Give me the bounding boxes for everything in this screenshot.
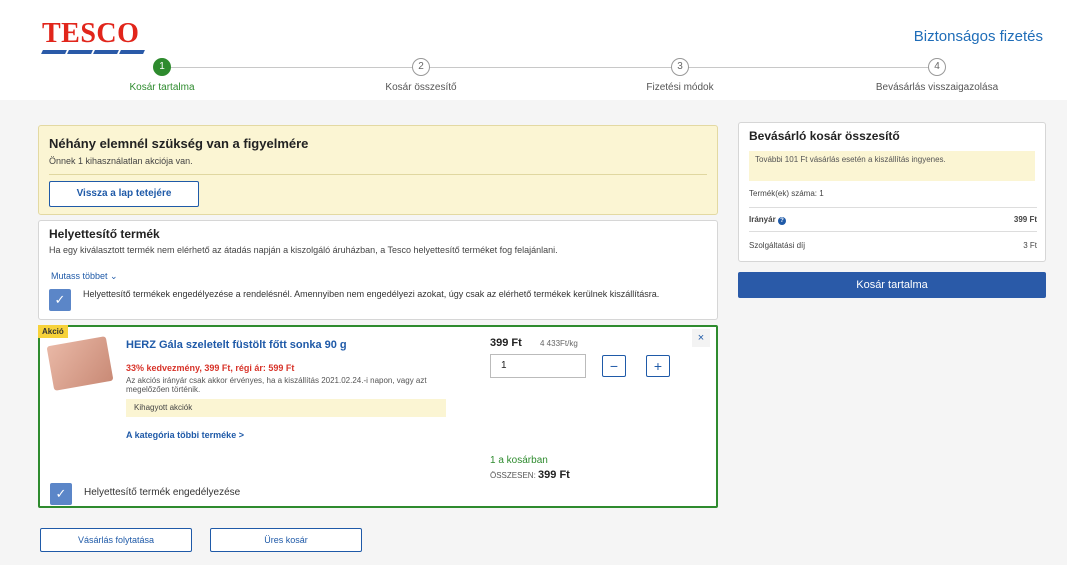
check-icon: ✓	[54, 292, 66, 307]
step-number: 4	[928, 58, 946, 76]
category-link[interactable]: A kategória többi terméke >	[126, 430, 244, 440]
divider	[49, 174, 707, 175]
product-card: Akció HERZ Gála szeletelt füstölt főtt s…	[38, 325, 718, 508]
secure-payment-label: Biztonságos fizetés	[913, 28, 1043, 45]
quantity-input[interactable]: 1	[490, 354, 586, 378]
substitute-title: Helyettesítő termék	[49, 227, 160, 241]
step-number: 1	[153, 58, 171, 76]
total-value: 399 Ft	[538, 469, 570, 481]
increase-quantity-button[interactable]: +	[646, 355, 670, 377]
unit-price: 4 433Ft/kg	[540, 339, 578, 348]
tesco-logo[interactable]: TESCO	[41, 18, 145, 54]
product-total: ÖSSZESEN: 399 Ft	[490, 469, 570, 481]
cart-summary-panel: Bevásárló kosár összesítő További 101 Ft…	[738, 122, 1046, 262]
step-label: Bevásárlás visszaigazolása	[875, 82, 999, 93]
free-delivery-note: További 101 Ft vásárlás esetén a kiszáll…	[749, 151, 1035, 181]
service-fee-value: 3 Ft	[1023, 241, 1037, 250]
back-to-top-button[interactable]: Vissza a lap tetejére	[49, 181, 199, 207]
items-count-label: Termék(ek) száma: 1	[749, 189, 824, 198]
checkout-header: TESCO Biztonságos fizetés 1 Kosár tartal…	[0, 0, 1067, 100]
divider	[749, 231, 1037, 232]
chevron-down-icon: ⌄	[110, 271, 118, 281]
step-label: Kosár tartalma	[129, 82, 195, 93]
step-payment-methods: 3 Fizetési módok	[600, 58, 760, 93]
items-count: Termék(ek) száma: 1	[749, 189, 1037, 198]
info-icon[interactable]: ?	[777, 217, 786, 225]
summary-title: Bevásárló kosár összesítő	[749, 129, 900, 143]
divider	[749, 207, 1037, 208]
product-price: 399 Ft	[490, 337, 522, 349]
checkout-steps: 1 Kosár tartalma 2 Kosár összesítő 3 Fiz…	[0, 58, 1067, 98]
discount-text: 33% kedvezmény, 399 Ft, régi ár: 599 Ft	[126, 363, 295, 373]
step-label: Kosár összesítő	[385, 82, 457, 93]
total-label: ÖSSZESEN:	[490, 471, 536, 480]
continue-shopping-button[interactable]: Vásárlás folytatása	[40, 528, 192, 552]
attention-title: Néhány elemnél szükség van a figyelmére	[49, 136, 309, 151]
attention-panel: Néhány elemnél szükség van a figyelmére …	[38, 125, 718, 215]
promo-badge: Akció	[38, 325, 68, 338]
product-image[interactable]	[46, 336, 114, 391]
service-fee-label: Szolgáltatási díj	[749, 241, 806, 250]
substitute-all-label: Helyettesítő termékek engedélyezése a re…	[83, 289, 660, 299]
service-fee-row: Szolgáltatási díj 3 Ft	[749, 241, 1037, 250]
substitute-description: Ha egy kiválasztott termék nem elérhető …	[49, 245, 558, 255]
close-icon[interactable]: ×	[692, 329, 710, 347]
guide-price-label: Irányár	[749, 215, 776, 224]
step-cart-summary: 2 Kosár összesítő	[341, 58, 501, 93]
logo-stripes	[41, 50, 145, 54]
logo-text: TESCO	[42, 18, 140, 49]
allow-substitute-checkbox[interactable]: ✓	[50, 483, 72, 505]
empty-cart-button[interactable]: Üres kosár	[210, 528, 362, 552]
substitute-all-checkbox[interactable]: ✓	[49, 289, 71, 311]
decrease-quantity-button[interactable]: −	[602, 355, 626, 377]
step-label: Fizetési módok	[646, 82, 714, 93]
check-icon: ✓	[55, 486, 67, 501]
product-name-link[interactable]: HERZ Gála szeletelt füstölt főtt sonka 9…	[126, 339, 347, 351]
step-number: 2	[412, 58, 430, 76]
missed-promotions: Kihagyott akciók	[126, 399, 446, 417]
cart-contents-button[interactable]: Kosár tartalma	[738, 272, 1046, 298]
show-more-label: Mutass többet	[51, 271, 108, 281]
in-cart-status: 1 a kosárban	[490, 455, 548, 466]
step-cart-contents: 1 Kosár tartalma	[82, 58, 242, 93]
promo-terms: Az akciós irányár csak akkor érvényes, h…	[126, 376, 427, 394]
show-more-link[interactable]: Mutass többet ⌄	[51, 271, 118, 282]
step-number: 3	[671, 58, 689, 76]
allow-substitute-label: Helyettesítő termék engedélyezése	[84, 487, 241, 498]
step-confirmation: 4 Bevásárlás visszaigazolása	[857, 58, 1017, 93]
guide-price-value: 399 Ft	[1013, 215, 1037, 224]
substitute-panel: Helyettesítő termék Ha egy kiválasztott …	[38, 220, 718, 320]
attention-subtitle: Önnek 1 kihasználatlan akciója van.	[49, 156, 193, 166]
guide-price-row: Irányár ? 399 Ft	[749, 215, 1037, 225]
